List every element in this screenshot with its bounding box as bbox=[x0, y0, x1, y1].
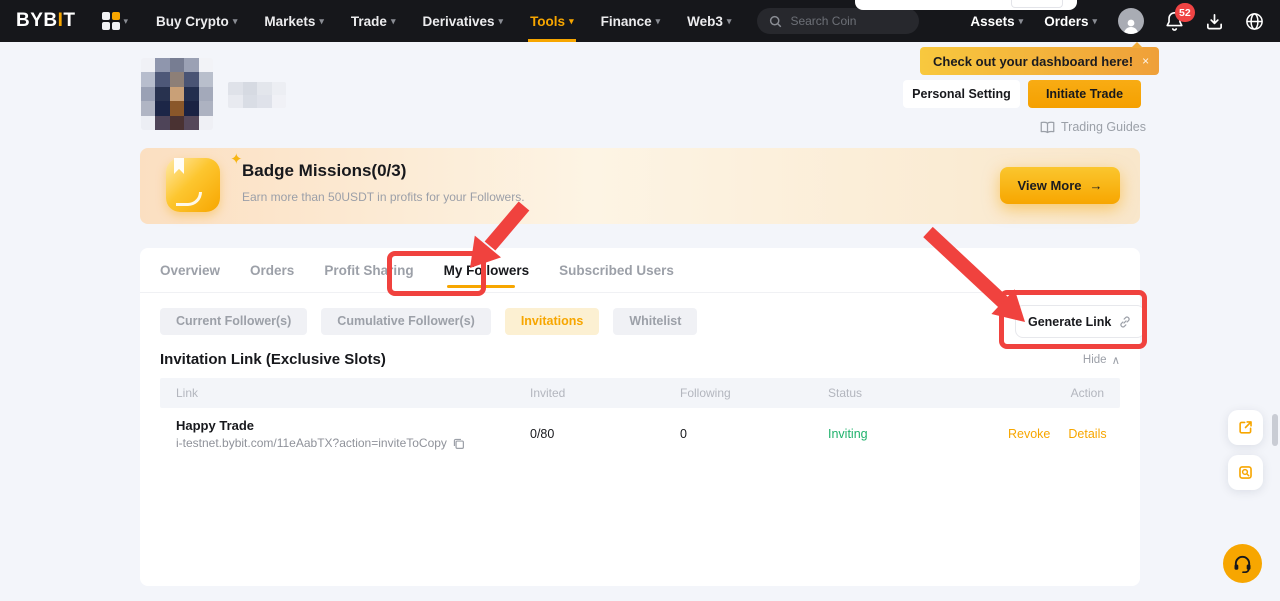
chevron-down-icon: ▾ bbox=[727, 16, 732, 27]
badge-icon bbox=[166, 158, 220, 212]
popup-remnant bbox=[855, 0, 1077, 10]
invitation-table: Link Invited Following Status Action Hap… bbox=[160, 378, 1120, 460]
person-icon bbox=[1122, 18, 1140, 34]
language-button[interactable] bbox=[1245, 12, 1264, 31]
banner-subtitle: Earn more than 50USDT in profits for you… bbox=[242, 190, 525, 204]
tooltip-text: Check out your dashboard here! bbox=[933, 54, 1133, 69]
inspect-float-button[interactable] bbox=[1228, 455, 1263, 490]
trading-guides-link[interactable]: Trading Guides bbox=[1040, 120, 1146, 134]
banner-title: Badge Missions(0/3) bbox=[242, 161, 406, 181]
chevron-down-icon: ▾ bbox=[569, 16, 574, 27]
share-float-button[interactable] bbox=[1228, 410, 1263, 445]
filter-invitations[interactable]: Invitations bbox=[505, 308, 600, 335]
download-app-button[interactable] bbox=[1205, 12, 1224, 31]
nav-item-tools[interactable]: Tools▾ bbox=[530, 0, 574, 42]
col-action: Action bbox=[1008, 386, 1104, 400]
chevron-down-icon: ▾ bbox=[391, 16, 396, 27]
chevron-down-icon: ▾ bbox=[319, 16, 324, 27]
status-badge: Inviting bbox=[828, 427, 1008, 441]
arrow-right-icon: → bbox=[1090, 178, 1103, 193]
sparkle-icon: ✦ bbox=[230, 150, 243, 168]
col-status: Status bbox=[828, 386, 1008, 400]
bybit-logo[interactable]: BYBIT bbox=[16, 10, 76, 32]
link-cell: Happy Trade i-testnet.bybit.com/11eAabTX… bbox=[176, 418, 530, 450]
notification-badge: 52 bbox=[1175, 3, 1195, 22]
personal-setting-button[interactable]: Personal Setting bbox=[903, 80, 1020, 108]
logo-text-2: T bbox=[63, 10, 75, 32]
document-search-icon bbox=[1237, 464, 1254, 481]
headset-icon bbox=[1232, 554, 1253, 574]
follower-filters: Current Follower(s) Cumulative Follower(… bbox=[160, 308, 697, 335]
dashboard-tooltip: Check out your dashboard here! × bbox=[920, 47, 1159, 75]
link-name: Happy Trade bbox=[176, 418, 530, 433]
following-cell: 0 bbox=[680, 427, 828, 441]
badge-missions-banner: ✦ Badge Missions(0/3) Earn more than 50U… bbox=[140, 148, 1140, 224]
nav-right: Assets▾ Orders▾ 52 bbox=[970, 8, 1264, 34]
apps-menu[interactable]: ▾ bbox=[76, 12, 129, 30]
filter-current-followers[interactable]: Current Follower(s) bbox=[160, 308, 307, 335]
tab-overview[interactable]: Overview bbox=[160, 248, 220, 292]
scrollbar-thumb[interactable] bbox=[1272, 414, 1278, 446]
tab-orders[interactable]: Orders bbox=[250, 248, 294, 292]
chevron-down-icon: ▾ bbox=[124, 16, 129, 27]
nav-item-web3[interactable]: Web3▾ bbox=[687, 0, 731, 42]
external-link-icon bbox=[1237, 419, 1254, 436]
invitation-section-header: Invitation Link (Exclusive Slots) Hide ∧ bbox=[160, 351, 1120, 368]
chevron-down-icon: ▾ bbox=[1092, 16, 1097, 27]
close-icon[interactable]: × bbox=[1142, 54, 1149, 68]
top-nav: BYBIT ▾ Buy Crypto▾ Markets▾ Trade▾ Deri… bbox=[0, 0, 1280, 42]
book-icon bbox=[1040, 121, 1055, 134]
nav-item-assets[interactable]: Assets▾ bbox=[970, 14, 1023, 29]
tab-subscribed-users[interactable]: Subscribed Users bbox=[559, 248, 674, 292]
chevron-down-icon: ▾ bbox=[1019, 16, 1024, 27]
revoke-button[interactable]: Revoke bbox=[1008, 427, 1050, 441]
user-avatar[interactable] bbox=[1118, 8, 1144, 34]
invited-cell: 0/80 bbox=[530, 427, 680, 441]
copy-icon[interactable] bbox=[452, 437, 465, 450]
support-chat-button[interactable] bbox=[1223, 544, 1262, 583]
view-more-button[interactable]: View More → bbox=[1000, 167, 1120, 204]
search-input[interactable]: Search Coin bbox=[757, 8, 919, 34]
search-icon bbox=[769, 15, 782, 28]
chevron-down-icon: ▾ bbox=[656, 16, 661, 27]
nav-menu: Buy Crypto▾ Markets▾ Trade▾ Derivatives▾… bbox=[156, 0, 731, 42]
initiate-trade-button[interactable]: Initiate Trade bbox=[1028, 80, 1141, 108]
tab-bar: Overview Orders Profit Sharing My Follow… bbox=[140, 248, 1140, 293]
col-invited: Invited bbox=[530, 386, 680, 400]
search-placeholder: Search Coin bbox=[790, 14, 856, 28]
notifications-button[interactable]: 52 bbox=[1165, 11, 1184, 31]
nav-item-trade[interactable]: Trade▾ bbox=[351, 0, 396, 42]
popup-button-fragment bbox=[1011, 0, 1063, 8]
tab-profit-sharing[interactable]: Profit Sharing bbox=[324, 248, 413, 292]
chevron-down-icon: ▾ bbox=[499, 16, 504, 27]
hide-toggle[interactable]: Hide ∧ bbox=[1083, 353, 1120, 367]
col-link: Link bbox=[176, 386, 530, 400]
download-icon bbox=[1205, 12, 1224, 31]
link-icon bbox=[1118, 315, 1132, 329]
profile-avatar-blurred bbox=[141, 58, 213, 130]
table-header: Link Invited Following Status Action bbox=[160, 378, 1120, 408]
row-actions: Revoke Details bbox=[1008, 427, 1107, 441]
logo-text: BYB bbox=[16, 10, 58, 32]
details-button[interactable]: Details bbox=[1068, 427, 1106, 441]
tab-my-followers[interactable]: My Followers bbox=[444, 248, 530, 292]
apps-grid-icon bbox=[102, 12, 120, 30]
nav-item-markets[interactable]: Markets▾ bbox=[264, 0, 324, 42]
nav-item-orders[interactable]: Orders▾ bbox=[1044, 14, 1097, 29]
filter-whitelist[interactable]: Whitelist bbox=[613, 308, 697, 335]
chevron-down-icon: ▾ bbox=[233, 16, 238, 27]
col-following: Following bbox=[680, 386, 828, 400]
nav-item-buy-crypto[interactable]: Buy Crypto▾ bbox=[156, 0, 237, 42]
link-url-row: i-testnet.bybit.com/11eAabTX?action=invi… bbox=[176, 436, 530, 450]
filter-cumulative-followers[interactable]: Cumulative Follower(s) bbox=[321, 308, 491, 335]
nav-item-derivatives[interactable]: Derivatives▾ bbox=[422, 0, 503, 42]
table-row: Happy Trade i-testnet.bybit.com/11eAabTX… bbox=[160, 408, 1120, 460]
chevron-up-icon: ∧ bbox=[1112, 353, 1120, 367]
generate-link-button[interactable]: Generate Link bbox=[1015, 305, 1145, 338]
globe-icon bbox=[1245, 12, 1264, 31]
section-title: Invitation Link (Exclusive Slots) bbox=[160, 351, 386, 368]
profile-name-blurred bbox=[228, 82, 286, 108]
nav-item-finance[interactable]: Finance▾ bbox=[601, 0, 661, 42]
